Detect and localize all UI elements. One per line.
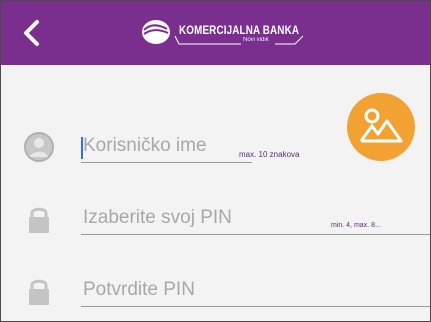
lock-icon: [29, 279, 49, 305]
pin-hint: min. 4, max. 8...: [331, 222, 381, 229]
username-placeholder: Korisničko ime: [83, 135, 207, 156]
bank-logo: KOMERCIJALNA BANKA Novi vidik: [139, 18, 311, 48]
bank-emblem-icon: [142, 20, 170, 44]
bank-tagline: Novi vidik: [243, 37, 269, 43]
add-photo-button[interactable]: [347, 93, 415, 161]
pin-row: Izaberite svoj PIN min. 4, max. 8...: [1, 199, 430, 239]
pin-confirm-field[interactable]: Potvrdite PIN: [81, 273, 430, 307]
back-arrow-icon[interactable]: [15, 16, 49, 50]
pin-underline: [81, 234, 430, 235]
pin-placeholder: Izaberite svoj PIN: [83, 207, 232, 228]
top-bar: KOMERCIJALNA BANKA Novi vidik: [1, 1, 430, 65]
user-icon: [24, 132, 54, 162]
pin-confirm-placeholder: Potvrdite PIN: [83, 279, 195, 300]
username-underline: [81, 162, 252, 163]
pin-confirm-underline: [81, 306, 430, 307]
lock-icon: [29, 207, 49, 233]
app-frame: KOMERCIJALNA BANKA Novi vidik Korisničko…: [0, 0, 431, 322]
pin-confirm-row: Potvrdite PIN: [1, 271, 430, 311]
username-hint: max. 10 znakova: [239, 150, 300, 159]
pin-field[interactable]: Izaberite svoj PIN min. 4, max. 8...: [81, 201, 430, 235]
image-icon: [359, 108, 403, 143]
